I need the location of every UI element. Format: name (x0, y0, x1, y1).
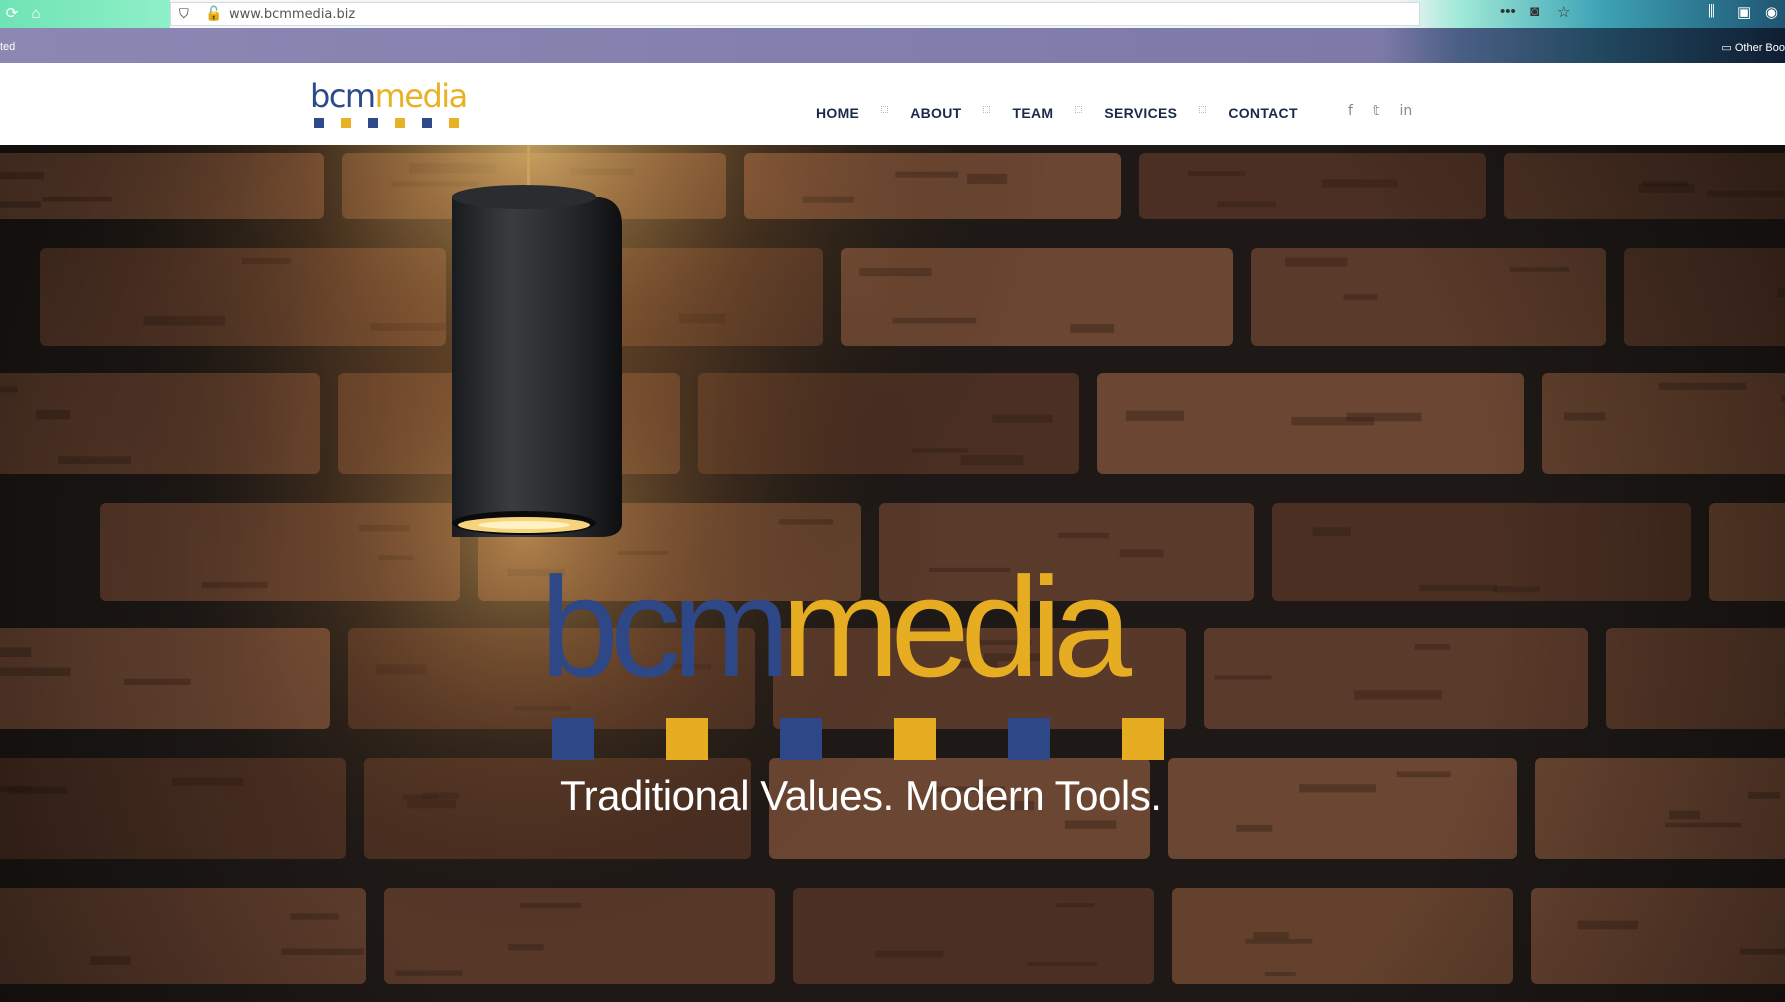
library-icon[interactable]: ⫼ (1708, 3, 1715, 20)
folder-icon: ▭ (1721, 42, 1735, 54)
nav-separator (983, 105, 991, 113)
nav-separator (881, 105, 889, 113)
bookmarks-bar: ted ▭ Other Boo (0, 28, 1785, 65)
logo-bcm: bcm (310, 77, 376, 115)
hero-logo-wordmark: bcmmedia (540, 557, 1132, 699)
site-header: bcmmedia HOME ABOUT TEAM SERVICES CONTAC… (0, 63, 1785, 145)
shield-icon[interactable]: ⛉ (179, 6, 189, 22)
star-icon[interactable]: ☆ (1557, 3, 1570, 21)
url-text[interactable]: www.bcmmedia.biz (229, 7, 355, 22)
hero-tagline: Traditional Values. Modern Tools. (560, 772, 1162, 819)
more-icon[interactable]: ••• (1500, 3, 1516, 20)
bookmark-item[interactable]: ted (0, 41, 15, 53)
logo-squares (310, 118, 467, 128)
home-icon[interactable]: ⌂ (26, 4, 46, 24)
hero-logo-media: media (781, 548, 1132, 707)
sidebar-icon[interactable]: ▣ (1737, 3, 1751, 21)
logo-media: media (374, 77, 469, 115)
site-logo[interactable]: bcmmedia (310, 77, 469, 128)
social-links: f 𝕥 in (1348, 103, 1412, 119)
hero-banner: bcmmedia Traditional Values. Modern Tool… (0, 145, 1785, 1002)
hero-logo-squares (552, 718, 1164, 760)
nav-about[interactable]: ABOUT (910, 105, 961, 121)
hero-logo-bcm: bcm (540, 548, 790, 707)
nav-separator (1075, 105, 1083, 113)
nav-services[interactable]: SERVICES (1104, 105, 1177, 121)
facebook-icon[interactable]: f (1348, 103, 1353, 119)
nav-team[interactable]: TEAM (1012, 105, 1053, 121)
linkedin-icon[interactable]: in (1399, 103, 1412, 119)
insecure-lock-icon[interactable]: 🔓 (205, 5, 222, 22)
nav-home[interactable]: HOME (816, 105, 859, 121)
account-icon[interactable]: ◉ (1765, 3, 1778, 21)
reload-icon[interactable]: ⟳ (2, 4, 22, 24)
nav-contact[interactable]: CONTACT (1228, 105, 1298, 121)
address-bar[interactable]: ⛉ 🔓 www.bcmmedia.biz (170, 2, 1420, 26)
nav-separator (1199, 105, 1207, 113)
main-nav: HOME ABOUT TEAM SERVICES CONTACT (816, 105, 1298, 121)
twitter-icon[interactable]: 𝕥 (1373, 103, 1380, 119)
browser-toolbar: ⟳ ⌂ ⛉ 🔓 www.bcmmedia.biz ••• ◙ ☆ ⫼ ▣ ◉ (0, 0, 1785, 28)
pocket-icon[interactable]: ◙ (1530, 3, 1539, 20)
other-bookmarks[interactable]: ▭ Other Boo (1721, 41, 1785, 54)
